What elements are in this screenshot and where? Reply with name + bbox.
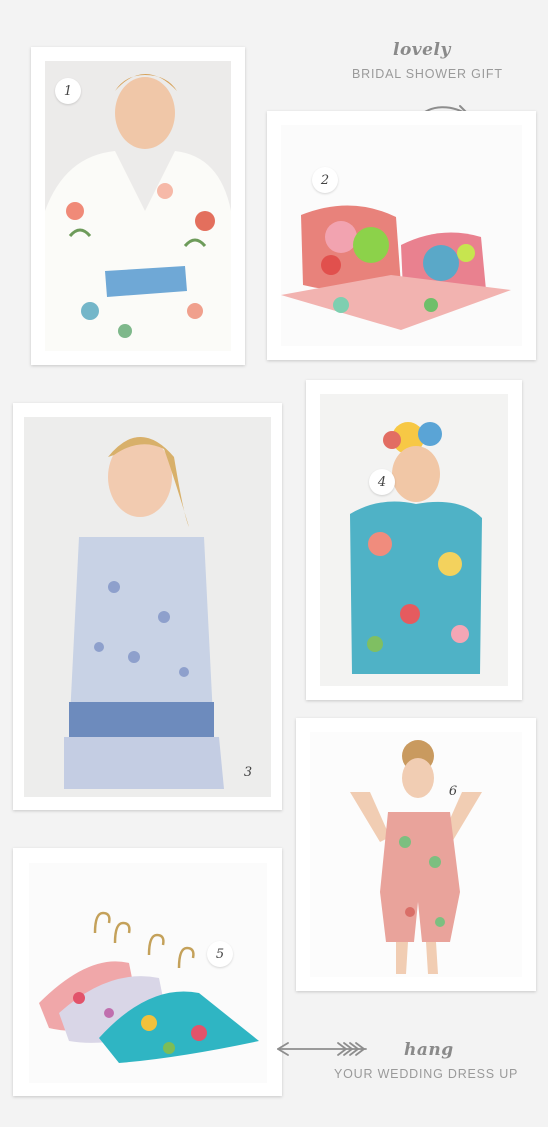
product-photo-6[interactable]: [310, 732, 522, 977]
item-number-badge-1: 1: [55, 78, 81, 104]
product-card-5[interactable]: 5: [13, 848, 282, 1096]
product-card-6[interactable]: 6: [296, 718, 536, 991]
hangers-illustration: [39, 911, 259, 1063]
product-photo-4[interactable]: [320, 394, 508, 686]
item-number-badge-4: 4: [369, 469, 395, 495]
camisole-illustration: [64, 437, 224, 789]
product-photo-5[interactable]: [29, 863, 267, 1083]
feather-arrow-icon: [277, 1042, 367, 1056]
robe-illustration: [45, 74, 231, 351]
product-card-4[interactable]: 4: [306, 380, 522, 700]
product-card-1[interactable]: 1: [31, 47, 245, 365]
kids-robe-illustration: [350, 422, 482, 674]
romper-illustration: [350, 740, 482, 974]
item-number-badge-6: 6: [448, 783, 458, 799]
bottom-caption-text: YOUR WEDDING DRESS UP: [334, 1067, 519, 1081]
pouches-illustration: [281, 205, 511, 330]
item-number-badge-5: 5: [207, 941, 233, 967]
product-card-3[interactable]: 3: [13, 403, 282, 810]
item-number-badge-2: 2: [312, 167, 338, 193]
product-photo-2[interactable]: [281, 125, 522, 346]
item-number-badge-3: 3: [243, 764, 253, 780]
bottom-caption-script: hang: [404, 1040, 454, 1060]
top-caption-text: BRIDAL SHOWER GIFT: [352, 67, 503, 81]
product-photo-3[interactable]: [24, 417, 271, 797]
product-card-2[interactable]: 2: [267, 111, 536, 360]
top-caption-script: lovely: [393, 40, 451, 60]
product-photo-1[interactable]: [45, 61, 231, 351]
